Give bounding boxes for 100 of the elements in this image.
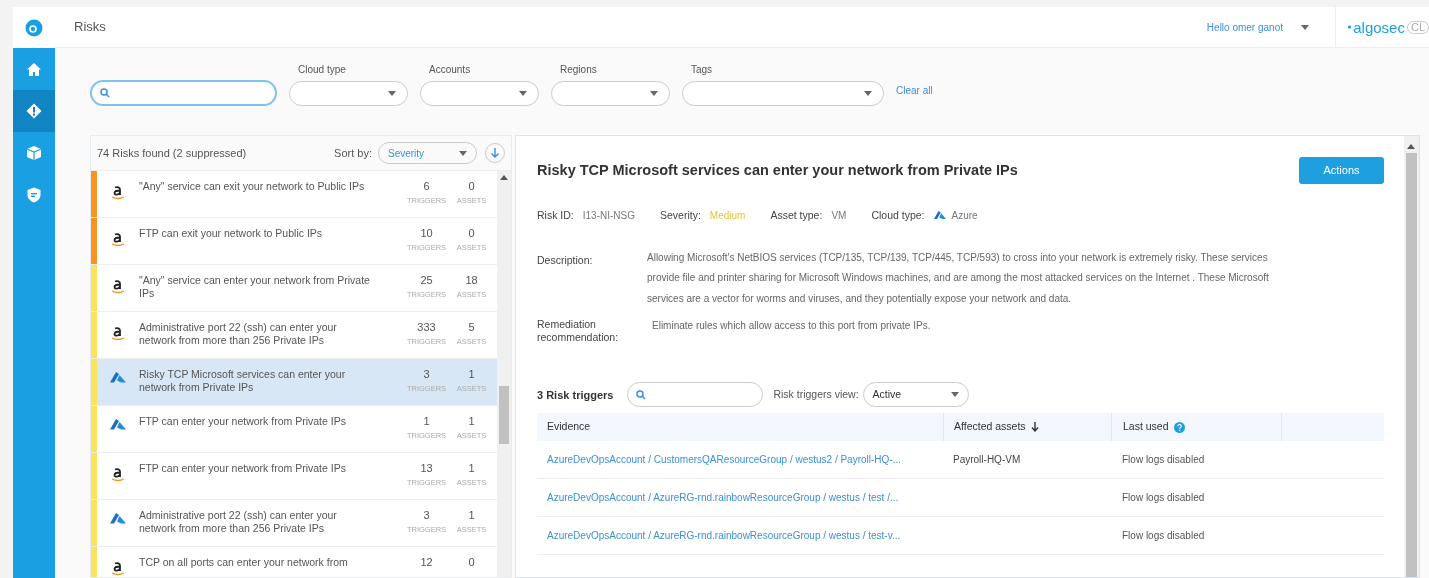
risk-title: Administrative port 22 (ssh) can enter your network from more than 256 Private IPs xyxy=(139,320,338,348)
table-cell: Flow logs disabled xyxy=(1122,492,1205,504)
evidence-link[interactable]: AzureDevOpsAccount / CustomersQAResourceGroup / westus2 / Payroll-HQ-... xyxy=(547,454,901,466)
help-icon[interactable] xyxy=(1173,421,1185,433)
caret-icon xyxy=(950,392,959,398)
warning-diamond-icon xyxy=(26,103,42,119)
azure-icon xyxy=(110,419,126,431)
scroll-thumb[interactable] xyxy=(499,386,509,444)
caret-icon xyxy=(459,150,467,156)
filter-label: Tags xyxy=(690,63,714,77)
logo-icon xyxy=(1348,22,1352,32)
search-icon xyxy=(100,88,110,98)
home-icon xyxy=(26,61,42,77)
caret-icon xyxy=(650,91,658,96)
azure-icon xyxy=(110,513,126,525)
caret-icon xyxy=(1301,24,1309,30)
asset-count: 1 xyxy=(468,462,475,475)
risk-title: Risky TCP Microsoft services can enter your network from Private IPs xyxy=(139,367,347,395)
shield-icon xyxy=(27,187,41,203)
page-title: Risks xyxy=(74,18,106,37)
column-header[interactable]: Last used xyxy=(1123,419,1169,436)
filter-label: Cloud type xyxy=(297,63,347,77)
asset-count: 0 xyxy=(468,556,475,569)
table-cell: Flow logs disabled xyxy=(1122,454,1205,466)
evidence-link[interactable]: AzureDevOpsAccount / AzureRG-rnd.rainbowResourceGroup / westus / test-v... xyxy=(547,530,901,542)
caret-icon xyxy=(864,91,872,96)
logo-text: algosec xyxy=(1353,19,1405,35)
caret-icon xyxy=(519,91,527,96)
filter-dropdown[interactable] xyxy=(289,81,408,106)
remediation-text: Eliminate rules which allow access to this port from private IPs. xyxy=(652,319,931,334)
field-label: Remediation recommendation: xyxy=(537,318,620,345)
triggers-count: 3 Risk triggers xyxy=(537,387,614,403)
nav-item[interactable] xyxy=(13,90,55,132)
search-field[interactable] xyxy=(90,80,277,106)
amazon-icon xyxy=(111,325,125,341)
asset-count: 1 xyxy=(468,368,475,381)
risk-title: FTP can exit your network to Public IPs xyxy=(139,226,324,241)
column-header[interactable]: Evidence xyxy=(547,419,591,436)
amazon-icon xyxy=(111,466,125,482)
azure-icon xyxy=(933,211,946,221)
trigger-count: 3 xyxy=(423,368,430,381)
risk-title: "Any" service can exit your network to Public IPs xyxy=(139,179,366,194)
filter-dropdown[interactable] xyxy=(551,81,670,106)
azure-icon xyxy=(110,372,126,384)
table-cell: Flow logs disabled xyxy=(1122,530,1205,542)
field-value: VM xyxy=(831,209,847,224)
asset-count: 0 xyxy=(468,227,475,240)
trigger-count: 333 xyxy=(417,321,436,334)
down-arrow-icon xyxy=(490,147,500,159)
trigger-count: 12 xyxy=(420,556,433,569)
scroll-up-icon[interactable] xyxy=(500,175,508,180)
trigger-count: 13 xyxy=(420,462,433,475)
clear-all-link[interactable]: Clear all xyxy=(896,83,933,98)
scroll-up-icon[interactable] xyxy=(1407,144,1415,149)
trigger-count: 6 xyxy=(423,180,430,193)
caret-icon xyxy=(388,91,396,96)
trigger-count: 10 xyxy=(420,227,433,240)
table-cell: Payroll-HQ-VM xyxy=(953,454,1021,466)
risk-title: "Any" service can enter your network from Private IPs xyxy=(139,273,371,301)
evidence-link[interactable]: AzureDevOpsAccount / AzureRG-rnd.rainbowResourceGroup / westus / test /... xyxy=(547,492,899,504)
field-value: Medium xyxy=(709,209,746,224)
field-label: Risk ID: xyxy=(537,208,574,223)
view-label: Risk triggers view: xyxy=(773,386,859,402)
amazon-icon xyxy=(111,184,125,200)
asset-count: 18 xyxy=(465,274,478,287)
amazon-icon xyxy=(111,278,125,294)
field-label: Severity: xyxy=(660,208,701,223)
risk-title: TCP on all ports can enter your network from xyxy=(139,555,349,570)
scrollbar[interactable] xyxy=(1404,136,1419,577)
field-label: Cloud type: xyxy=(871,208,925,223)
field-label: Asset type: xyxy=(770,208,823,223)
risk-title: FTP can enter your network from Private IPs xyxy=(139,461,347,476)
risk-heading: Risky TCP Microsoft services can enter your network from Private IPs xyxy=(537,160,1018,180)
sort-label: Sort by: xyxy=(334,145,372,161)
user-menu[interactable]: Hello omer ganot xyxy=(1206,19,1309,35)
sort-arrow-icon[interactable] xyxy=(1030,422,1039,433)
asset-count: 1 xyxy=(468,509,475,522)
description-text: Allowing Microsoft's NetBIOS services (TCP/135, TCP/139, TCP/445, TCP/593) to cross into your network is extremely risky. These services provide file and printer sharing for Microsoft Windows machines, and are among the most attacked services on the Internet . These Microsoft services are a vector for worms and viruses, and they potentially expose your network and data. xyxy=(647,250,1270,306)
asset-count: 0 xyxy=(468,180,475,193)
column-header[interactable]: Affected assets xyxy=(954,419,1026,436)
field-value: Azure xyxy=(951,209,978,224)
trigger-count: 3 xyxy=(423,509,430,522)
cube-icon xyxy=(26,145,42,161)
risk-title: Administrative port 22 (ssh) can enter your network from more than 256 Private IPs xyxy=(139,508,338,536)
amazon-icon xyxy=(111,231,125,247)
filter-dropdown[interactable] xyxy=(682,81,884,106)
asset-count: 5 xyxy=(468,321,475,334)
app-logo-icon xyxy=(25,18,43,37)
filter-dropdown[interactable] xyxy=(420,81,539,106)
results-count: 74 Risks found (2 suppressed) xyxy=(97,145,247,161)
risk-title: FTP can enter your network from Private IPs xyxy=(139,414,347,429)
trigger-count: 1 xyxy=(423,415,430,428)
trigger-count: 25 xyxy=(420,274,433,287)
filter-label: Accounts xyxy=(428,63,472,77)
scroll-thumb[interactable] xyxy=(1406,153,1417,577)
asset-count: 1 xyxy=(468,415,475,428)
filter-label: Regions xyxy=(559,63,598,77)
field-label: Description: xyxy=(537,252,594,268)
scrollbar[interactable] xyxy=(497,171,511,577)
search-icon xyxy=(636,389,647,400)
